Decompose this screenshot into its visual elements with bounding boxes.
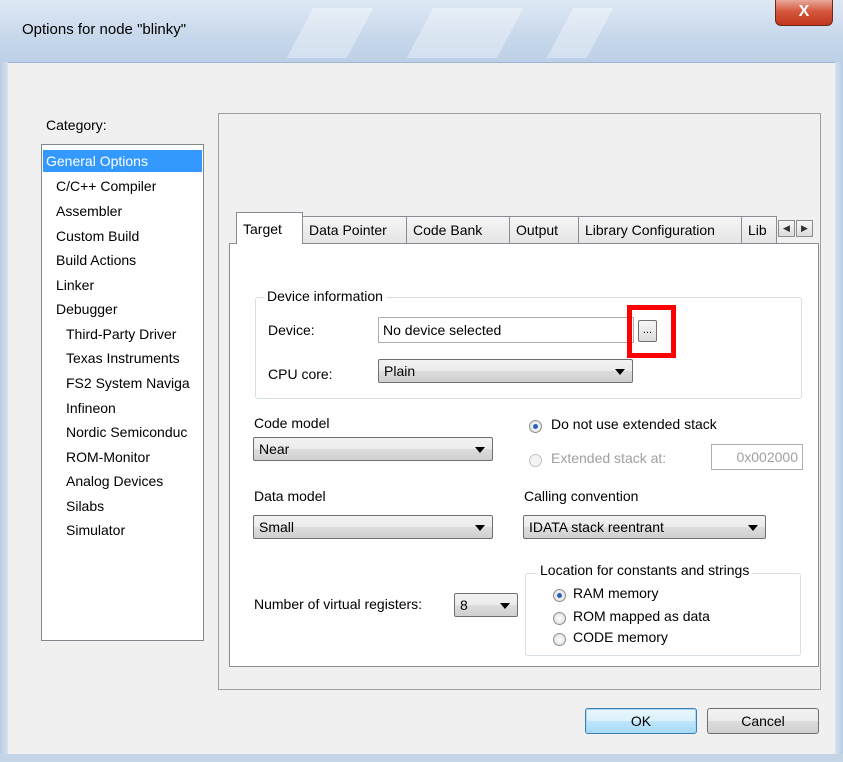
extended-stack-address-field[interactable]: 0x002000	[711, 444, 803, 470]
category-item-texas-instruments[interactable]: Texas Instruments	[66, 347, 203, 369]
window-frame-right	[835, 62, 843, 762]
cpu-core-select[interactable]: Plain	[378, 359, 633, 383]
cpu-core-value: Plain	[384, 363, 416, 379]
category-item-assembler[interactable]: Assembler	[56, 200, 122, 222]
data-model-select[interactable]: Small	[253, 515, 493, 539]
chevron-down-icon	[748, 525, 758, 531]
code-model-select[interactable]: Near	[253, 437, 493, 461]
tab-data-pointer[interactable]: Data Pointer	[302, 216, 407, 243]
category-item-analog-devices[interactable]: Analog Devices	[66, 470, 203, 492]
data-model-label: Data model	[254, 488, 326, 504]
category-item-custom-build[interactable]: Custom Build	[56, 225, 139, 247]
category-item-silabs[interactable]: Silabs	[66, 495, 203, 517]
window-frame-bottom	[0, 754, 843, 762]
category-list[interactable]: General Options C/C++ Compiler Assembler…	[41, 144, 204, 641]
no-extended-stack-label[interactable]: Do not use extended stack	[551, 416, 717, 432]
category-item-rom-monitor[interactable]: ROM-Monitor	[66, 446, 203, 468]
cancel-button[interactable]: Cancel	[707, 708, 819, 734]
constants-location-title: Location for constants and strings	[537, 562, 753, 578]
category-label: Category:	[46, 117, 107, 133]
cpu-core-label: CPU core:	[268, 366, 333, 382]
tab-library-configuration[interactable]: Library Configuration	[578, 216, 742, 243]
extended-stack-label: Extended stack at:	[551, 450, 667, 466]
device-field[interactable]: No device selected	[378, 317, 634, 343]
chevron-down-icon	[475, 447, 485, 453]
highlight-box	[627, 305, 676, 358]
virtual-registers-select[interactable]: 8	[454, 593, 518, 617]
tab-output[interactable]: Output	[509, 216, 579, 243]
category-item-linker[interactable]: Linker	[56, 274, 94, 296]
calling-convention-label: Calling convention	[524, 488, 639, 504]
window-frame-left	[0, 62, 8, 762]
ram-memory-radio[interactable]	[553, 589, 566, 602]
category-item-nordic-semiconductor[interactable]: Nordic Semiconduc	[66, 421, 203, 443]
no-extended-stack-radio[interactable]	[529, 420, 542, 433]
ram-memory-label[interactable]: RAM memory	[573, 585, 659, 601]
tab-scroll-left-icon[interactable]: ◀	[778, 220, 795, 237]
code-memory-label[interactable]: CODE memory	[573, 629, 668, 645]
tab-library-options[interactable]: Lib	[741, 216, 777, 243]
category-item-debugger[interactable]: Debugger	[56, 298, 118, 320]
options-dialog: Options for node "blinky" X Category: Ge…	[0, 0, 843, 762]
tab-target[interactable]: Target	[236, 212, 303, 244]
device-information-group	[255, 297, 802, 399]
rom-mapped-radio[interactable]	[553, 612, 566, 625]
calling-convention-select[interactable]: IDATA stack reentrant	[523, 515, 766, 539]
dialog-title: Options for node "blinky"	[22, 21, 187, 38]
extended-stack-radio[interactable]	[529, 454, 542, 467]
chevron-down-icon	[500, 603, 510, 609]
chevron-down-icon	[615, 369, 625, 375]
code-model-label: Code model	[254, 415, 330, 431]
chevron-down-icon	[475, 525, 485, 531]
category-item-fs2-system-navigator[interactable]: FS2 System Naviga	[66, 372, 203, 394]
code-model-value: Near	[259, 441, 290, 457]
category-item-general-options[interactable]: General Options	[43, 150, 202, 172]
category-item-simulator[interactable]: Simulator	[66, 519, 203, 541]
calling-convention-value: IDATA stack reentrant	[529, 519, 664, 535]
category-item-infineon[interactable]: Infineon	[66, 397, 203, 419]
category-item-build-actions[interactable]: Build Actions	[56, 249, 136, 271]
code-memory-radio[interactable]	[553, 633, 566, 646]
category-item-c-cpp-compiler[interactable]: C/C++ Compiler	[56, 175, 156, 197]
title-bar[interactable]: Options for node "blinky" X	[0, 0, 843, 62]
tab-scroll-right-icon[interactable]: ▶	[796, 220, 813, 237]
device-label: Device:	[268, 322, 315, 338]
virtual-registers-label: Number of virtual registers:	[254, 596, 423, 612]
data-model-value: Small	[259, 519, 295, 535]
rom-mapped-label[interactable]: ROM mapped as data	[573, 608, 710, 624]
close-button[interactable]: X	[775, 0, 833, 26]
category-item-third-party-driver[interactable]: Third-Party Driver	[66, 323, 203, 345]
device-information-title: Device information	[264, 288, 386, 304]
ok-button[interactable]: OK	[585, 708, 697, 734]
virtual-registers-value: 8	[460, 597, 468, 613]
tab-code-bank[interactable]: Code Bank	[406, 216, 510, 243]
